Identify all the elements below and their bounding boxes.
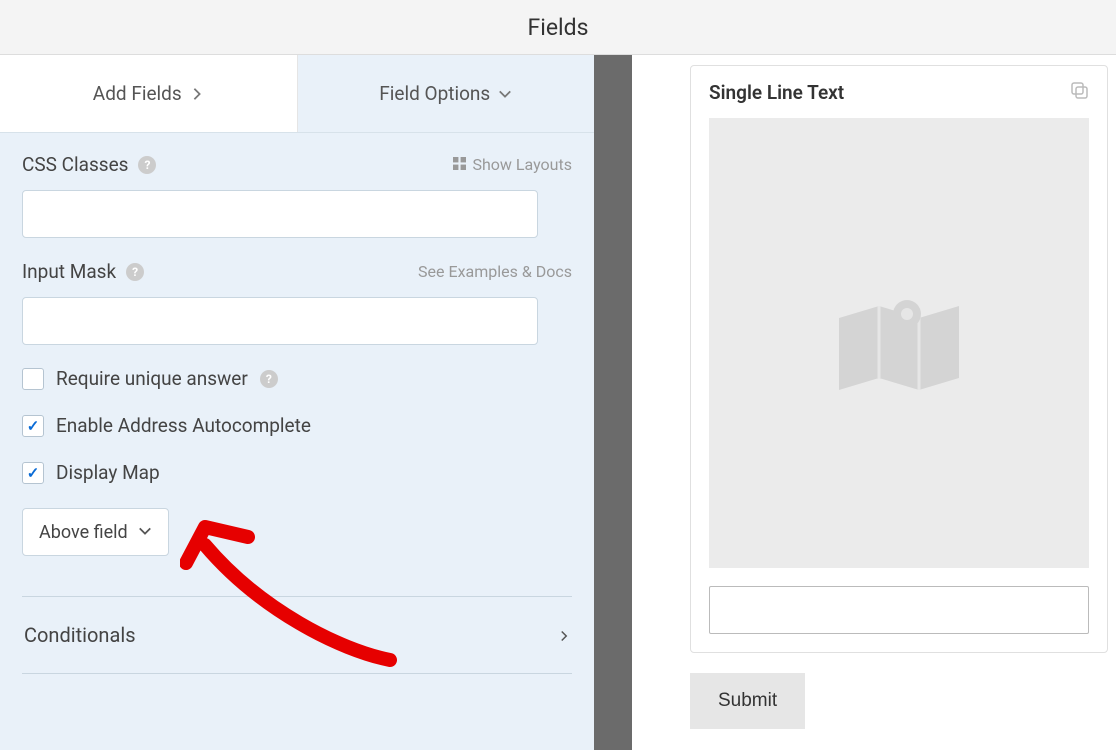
submit-button[interactable]: Submit	[690, 673, 805, 729]
chevron-down-icon	[138, 522, 152, 543]
page-title: Fields	[528, 14, 589, 41]
chevron-down-icon	[498, 87, 512, 101]
tab-add-fields[interactable]: Add Fields	[0, 55, 298, 132]
css-classes-label: CSS Classes	[22, 153, 128, 176]
field-options-body: CSS Classes ? Show Layouts Inp	[0, 133, 594, 750]
address-autocomplete-checkbox[interactable]	[22, 415, 44, 437]
tabs: Add Fields Field Options	[0, 55, 594, 133]
show-layouts-link[interactable]: Show Layouts	[453, 155, 572, 174]
duplicate-icon[interactable]	[1069, 80, 1089, 104]
map-position-selected: Above field	[39, 522, 128, 543]
map-placeholder	[709, 118, 1089, 568]
preview-panel: Single Line Text Submit	[672, 55, 1116, 750]
examples-docs-label: See Examples & Docs	[418, 262, 572, 281]
display-map-row: Display Map	[22, 461, 572, 484]
chevron-right-icon	[558, 623, 570, 647]
conditionals-section[interactable]: Conditionals	[22, 597, 572, 674]
map-position-row: Above field	[22, 508, 572, 556]
preview-text-input[interactable]	[709, 586, 1089, 634]
main-layout: Add Fields Field Options CSS Classes ?	[0, 55, 1116, 750]
chevron-right-icon	[190, 87, 204, 101]
input-mask-row: Input Mask ? See Examples & Docs	[22, 260, 572, 345]
require-unique-checkbox[interactable]	[22, 368, 44, 390]
map-position-select[interactable]: Above field	[22, 508, 169, 556]
input-mask-input[interactable]	[22, 297, 538, 345]
tab-add-fields-label: Add Fields	[93, 82, 182, 105]
help-icon[interactable]: ?	[138, 156, 156, 174]
help-icon[interactable]: ?	[126, 263, 144, 281]
examples-docs-link[interactable]: See Examples & Docs	[418, 262, 572, 281]
help-icon[interactable]: ?	[260, 370, 278, 388]
dark-gutter	[594, 55, 632, 750]
tab-field-options[interactable]: Field Options	[298, 55, 595, 132]
css-classes-input[interactable]	[22, 190, 538, 238]
css-classes-row: CSS Classes ? Show Layouts	[22, 153, 572, 238]
conditionals-label: Conditionals	[24, 623, 136, 647]
input-mask-label: Input Mask	[22, 260, 116, 283]
display-map-label: Display Map	[56, 461, 160, 484]
tab-field-options-label: Field Options	[379, 82, 490, 105]
submit-button-label: Submit	[718, 690, 777, 712]
require-unique-row: Require unique answer ?	[22, 367, 572, 390]
preview-field-title: Single Line Text	[709, 81, 844, 104]
require-unique-label: Require unique answer	[56, 367, 248, 390]
address-autocomplete-label: Enable Address Autocomplete	[56, 414, 311, 437]
show-layouts-label: Show Layouts	[472, 155, 572, 174]
preview-card[interactable]: Single Line Text	[690, 65, 1108, 653]
gutter	[594, 55, 672, 750]
address-autocomplete-row: Enable Address Autocomplete	[22, 414, 572, 437]
left-panel: Add Fields Field Options CSS Classes ?	[0, 55, 594, 750]
display-map-checkbox[interactable]	[22, 462, 44, 484]
grid-icon	[453, 155, 466, 174]
page-header: Fields	[0, 0, 1116, 55]
map-pin-icon	[829, 278, 969, 408]
